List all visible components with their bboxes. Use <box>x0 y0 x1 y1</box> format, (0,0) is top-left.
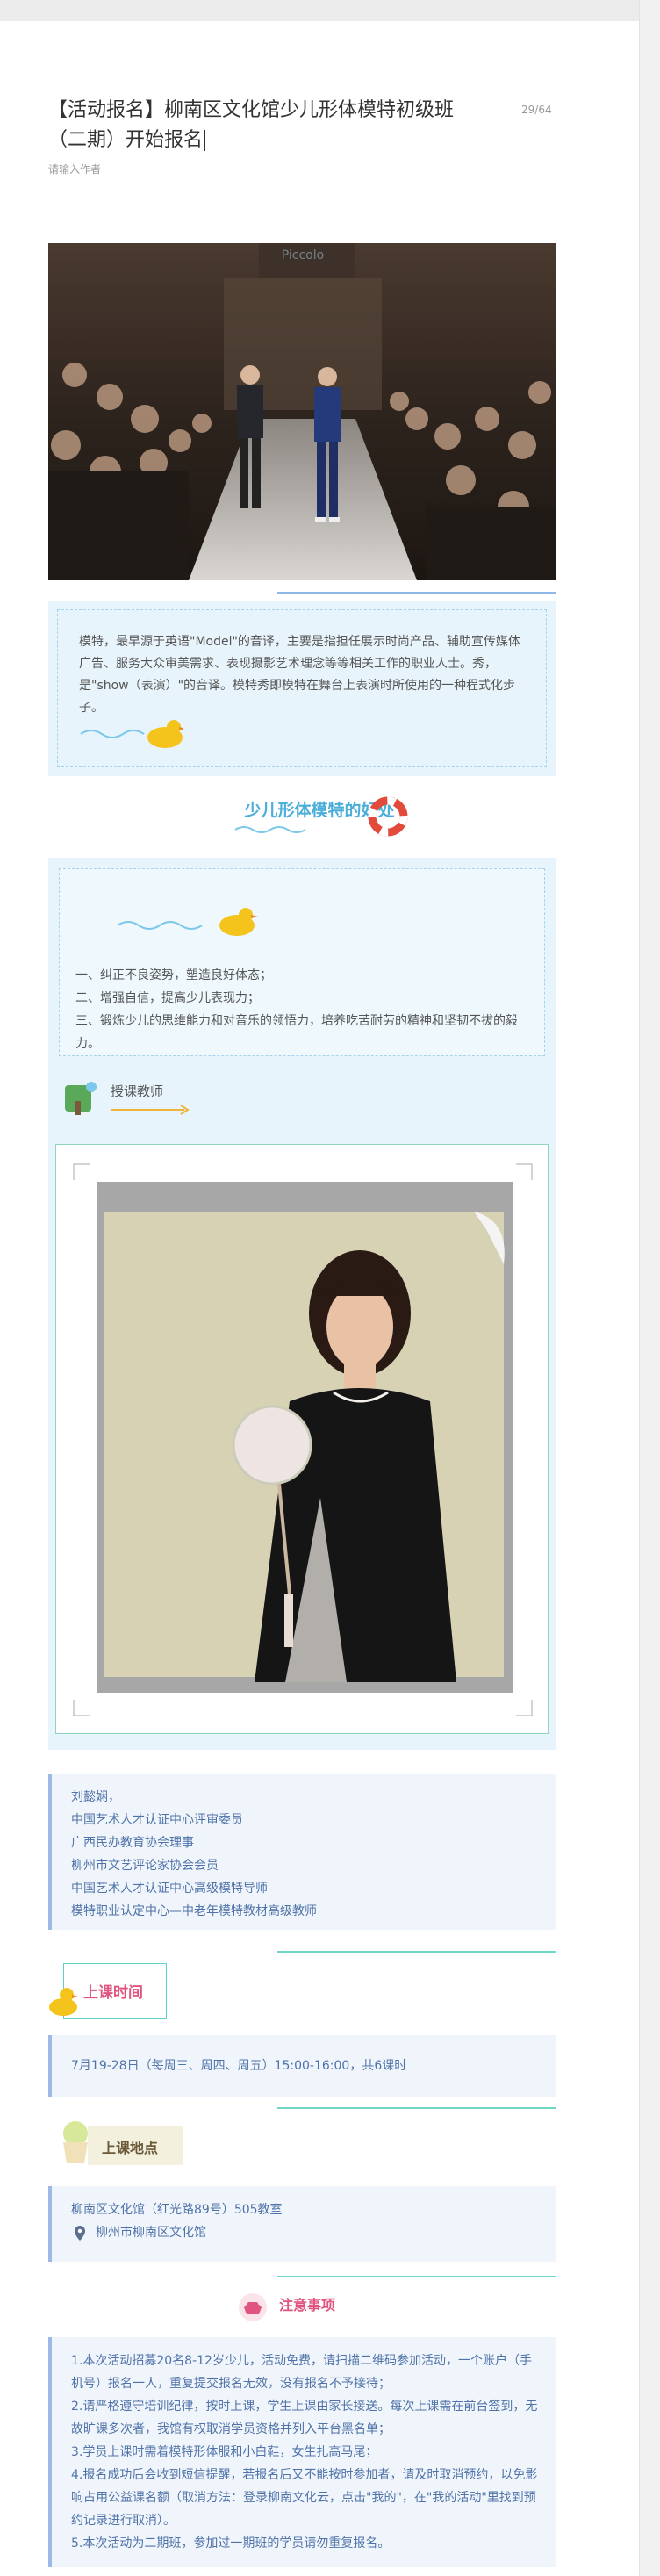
duck-icon <box>49 1988 78 2016</box>
teacher-info-card: 刘懿娴， 中国艺术人才认证中心评审委员 广西民办教育协会理事 柳州市文艺评论家协… <box>48 1774 556 1930</box>
teacher-title-1: 中国艺术人才认证中心评审委员 <box>71 1813 243 1827</box>
schedule-label: 上课时间 <box>83 1984 143 2002</box>
vertical-scrollbar[interactable] <box>639 0 660 2576</box>
article-title-text: 【活动报名】柳南区文化馆少儿形体模特初级班（二期）开始报名 <box>48 99 455 151</box>
intro-text: 模特，最早源于英语"Model"的音译，主要是指担任展示时尚产品、辅助宣传媒体广… <box>79 635 520 715</box>
duck-wave-icon <box>80 720 183 748</box>
note-item-5: 5.本次活动为二期班，参加过一期班的学员请勿重复报名。 <box>71 2536 391 2551</box>
duck-wave-icon-2 <box>117 908 258 936</box>
author-input[interactable]: 请输入作者 <box>48 162 101 176</box>
decorative-divider-2 <box>277 1951 556 1953</box>
runway-photo-graphic: Piccolo <box>48 243 556 580</box>
note-item-3: 3.学员上课时需着模特形体服和小白鞋，女生扎高马尾； <box>71 2445 378 2459</box>
teacher-photo-graphic <box>97 1182 513 1693</box>
teacher-title-3: 柳州市文艺评论家协会会员 <box>71 1859 219 1873</box>
decorative-divider <box>277 592 556 594</box>
teacher-title-2: 广西民办教育协会理事 <box>71 1836 194 1850</box>
text-caret <box>204 130 206 151</box>
article-title-input[interactable]: 【活动报名】柳南区文化馆少儿形体模特初级班（二期）开始报名 <box>48 96 487 155</box>
telephone-icon <box>239 2293 267 2321</box>
teacher-label: 授课教师 <box>111 1083 164 1099</box>
notes-heading: 注意事项 <box>279 2297 336 2313</box>
runway-photo: Piccolo <box>48 243 556 580</box>
arrow-icon <box>111 1105 190 1115</box>
heading-wave-icon <box>234 826 306 833</box>
note-item-2: 2.请严格遵守培训纪律，按时上课，学生上课由家长接送。每次上课需在前台签到，无故… <box>71 2400 538 2436</box>
location-label: 上课地点 <box>102 2140 159 2156</box>
runway-photo-background-lettering: Piccolo <box>282 248 324 263</box>
benefit-item-3: 三、锻炼少儿的思维能力和对音乐的领悟力，培养吃苦耐劳的精神和坚韧不拔的毅力。 <box>75 1014 518 1051</box>
decorative-divider-4 <box>277 2276 556 2277</box>
map-pin-icon <box>75 2226 85 2241</box>
map-pin-text: 柳州市柳南区文化馆 <box>96 2226 206 2240</box>
benefits-list-box: 一、纠正不良姿势，塑造良好体态； 二、增强自信，提高少儿表现力； 三、锻炼少儿的… <box>59 868 545 1056</box>
teacher-title-5: 模特职业认定中心—中老年模特教材高级教师 <box>71 1904 317 1918</box>
teacher-name: 刘懿娴， <box>71 1790 120 1804</box>
benefit-item-2: 二、增强自信，提高少儿表现力； <box>75 991 260 1005</box>
decorative-divider-3 <box>277 2107 556 2109</box>
article-editor: 【活动报名】柳南区文化馆少儿形体模特初级班（二期）开始报名 29/64 请输入作… <box>0 21 639 2576</box>
life-ring-icon <box>368 796 408 837</box>
location-card: 柳南区文化馆（红光路89号）505教室 柳州市柳南区文化馆 <box>48 2186 556 2262</box>
schedule-text: 7月19-28日（每周三、周四、周五）15:00-16:00，共6课时 <box>71 2059 407 2073</box>
notes-card: 1.本次活动招募20名8-12岁少儿，活动免费，请扫描二维码参加活动，一个账户（… <box>48 2337 556 2567</box>
location-address: 柳南区文化馆（红光路89号）505教室 <box>71 2203 283 2217</box>
location-badge: 上课地点 <box>88 2126 183 2165</box>
benefits-heading: 少儿形体模特的好处 <box>0 797 639 821</box>
note-item-4: 4.报名成功后会收到短信提醒，若报名后又不能按时参加者，请及时取消预约，以免影响… <box>71 2468 538 2528</box>
title-char-counter: 29/64 <box>521 104 552 116</box>
schedule-card: 7月19-28日（每周三、周四、周五）15:00-16:00，共6课时 <box>48 2035 556 2097</box>
benefit-item-1: 一、纠正不良姿势，塑造良好体态； <box>75 968 272 982</box>
teacher-title-4: 中国艺术人才认证中心高级模特导师 <box>71 1882 268 1896</box>
tree-icon <box>65 1082 97 1115</box>
map-pin-link[interactable]: 柳州市柳南区文化馆 <box>71 2221 556 2244</box>
note-item-1: 1.本次活动招募20名8-12岁少儿，活动免费，请扫描二维码参加活动，一个账户（… <box>71 2354 532 2391</box>
teacher-photo <box>97 1182 513 1693</box>
